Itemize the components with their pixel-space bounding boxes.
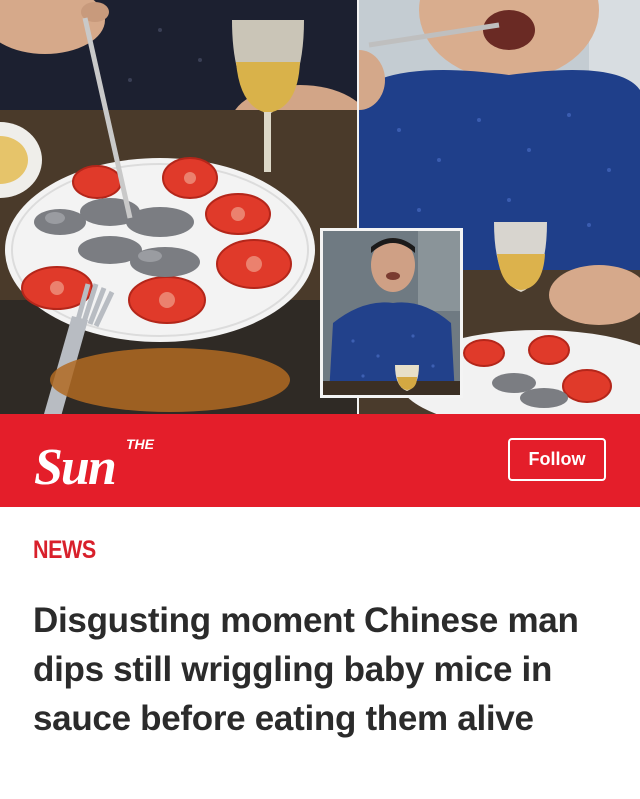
post-card: THE Sun Follow NEWS Disgusting moment Ch…: [0, 0, 640, 799]
hero-image[interactable]: [0, 0, 640, 414]
section-label[interactable]: NEWS: [33, 536, 96, 565]
follow-button[interactable]: Follow: [508, 438, 606, 481]
logo-the-text: THE: [126, 436, 155, 452]
article-headline[interactable]: Disgusting moment Chinese man dips still…: [33, 596, 593, 743]
the-sun-logo[interactable]: THE Sun: [34, 434, 204, 496]
hero-photo-inset: [320, 228, 463, 398]
sun-logo-wordmark: THE Sun: [34, 436, 155, 496]
man-portrait-illustration: [323, 231, 460, 395]
logo-sun-text: Sun: [34, 439, 115, 488]
plate-scene-illustration: [0, 0, 357, 414]
hero-photo-left: [0, 0, 357, 414]
